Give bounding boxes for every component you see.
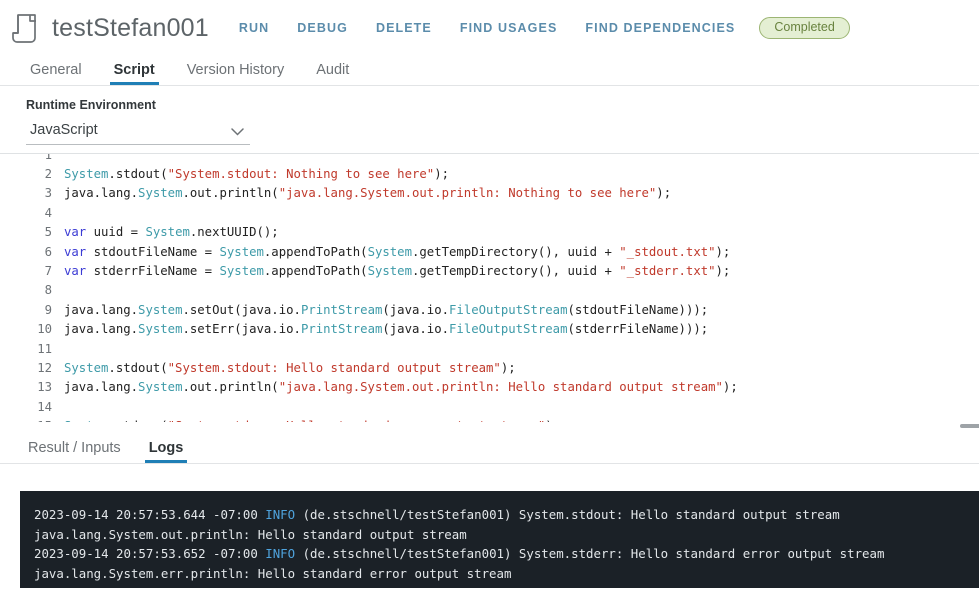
tab-general[interactable]: General	[14, 62, 98, 85]
log-line: java.lang.System.out.println: Hello stan…	[34, 526, 467, 542]
line-number: 1	[44, 153, 52, 162]
code-text: java.lang.System.out.println("java.lang.…	[64, 380, 738, 395]
code-line: 2 System.stdout("System.stdout: Nothing t…	[0, 164, 979, 183]
line-number: 10	[37, 322, 52, 337]
code-text: var stderrFileName = System.appendToPath…	[64, 264, 731, 279]
code-line: 12 System.stdout("System.stdout: Hello st…	[0, 358, 979, 377]
tab-script[interactable]: Script	[98, 62, 171, 85]
line-number: 9	[44, 302, 52, 317]
find-usages-button[interactable]: FIND USAGES	[460, 21, 558, 35]
code-line: 5 var uuid = System.nextUUID();	[0, 223, 979, 242]
runtime-environment-section: Runtime Environment JavaScript	[0, 86, 979, 145]
code-line: 9 java.lang.System.setOut(java.io.PrintSt…	[0, 300, 979, 319]
code-text: var uuid = System.nextUUID();	[64, 225, 279, 240]
code-text: java.lang.System.out.println("java.lang.…	[64, 186, 672, 201]
tab-audit[interactable]: Audit	[300, 62, 365, 85]
line-number: 3	[44, 186, 52, 201]
delete-button[interactable]: DELETE	[376, 21, 432, 35]
code-line: 8	[0, 281, 979, 300]
line-number: 6	[44, 244, 52, 259]
line-number: 5	[44, 225, 52, 240]
log-line: java.lang.System.err.println: Hello stan…	[34, 565, 512, 581]
runtime-environment-label: Runtime Environment	[26, 98, 156, 112]
code-line: 11	[0, 339, 979, 358]
code-text: System.stdout("System.stdout: Hello stan…	[64, 360, 516, 375]
chevron-down-icon	[231, 123, 244, 136]
tab-result-inputs[interactable]: Result / Inputs	[14, 440, 135, 463]
tab-logs[interactable]: Logs	[135, 440, 198, 463]
code-editor-lines: 1 2 System.stdout("System.stdout: Nothing …	[0, 153, 979, 430]
page-title: testStefan001	[52, 13, 209, 42]
code-line: 1	[0, 153, 979, 164]
line-number: 12	[37, 360, 52, 375]
code-line: 7 var stderrFileName = System.appendToPat…	[0, 261, 979, 280]
line-number: 8	[44, 283, 52, 298]
header-actions: RUN DEBUG DELETE FIND USAGES FIND DEPEND…	[239, 21, 735, 35]
line-number: 2	[44, 167, 52, 182]
run-button[interactable]: RUN	[239, 21, 269, 35]
runtime-environment-value: JavaScript	[30, 122, 98, 138]
code-text: java.lang.System.setErr(java.io.PrintStr…	[64, 322, 709, 337]
code-text: var stdoutFileName = System.appendToPath…	[64, 244, 731, 259]
line-number: 13	[37, 380, 52, 395]
main-tabbar: General Script Version History Audit	[0, 56, 979, 86]
scrollbar-thumb[interactable]	[960, 424, 979, 428]
script-editor-page: testStefan001 RUN DEBUG DELETE FIND USAG…	[0, 0, 979, 597]
code-line: 6 var stdoutFileName = System.appendToPat…	[0, 242, 979, 261]
log-line: 2023-09-14 20:57:53.644 -07:00 INFO (de.…	[34, 507, 840, 522]
line-number: 14	[37, 399, 52, 414]
runtime-environment-select[interactable]: JavaScript	[26, 121, 250, 145]
tab-version-history[interactable]: Version History	[171, 62, 301, 85]
line-number: 7	[44, 264, 52, 279]
code-line: 4	[0, 203, 979, 222]
code-line: 3 java.lang.System.out.println("java.lang…	[0, 184, 979, 203]
output-tabbar: Result / Inputs Logs	[0, 432, 979, 464]
script-document-icon	[10, 11, 40, 45]
page-header: testStefan001 RUN DEBUG DELETE FIND USAG…	[0, 0, 979, 56]
code-text: System.stdout("System.stdout: Nothing to…	[64, 167, 449, 182]
log-line: 2023-09-14 20:57:53.652 -07:00 INFO (de.…	[34, 546, 885, 562]
code-line: 10 java.lang.System.setErr(java.io.PrintS…	[0, 320, 979, 339]
code-line: 14	[0, 397, 979, 416]
debug-button[interactable]: DEBUG	[297, 21, 348, 35]
log-console[interactable]: 2023-09-14 20:57:53.644 -07:00 INFO (de.…	[20, 491, 979, 588]
line-number: 4	[44, 205, 52, 220]
code-line: 13 java.lang.System.out.println("java.lan…	[0, 378, 979, 397]
status-badge: Completed	[759, 16, 850, 40]
line-number: 11	[37, 341, 52, 356]
code-text: java.lang.System.setOut(java.io.PrintStr…	[64, 302, 709, 317]
find-dependencies-button[interactable]: FIND DEPENDENCIES	[585, 21, 735, 35]
code-editor[interactable]: 1 2 System.stdout("System.stdout: Nothing …	[0, 153, 979, 430]
editor-horizontal-scrollbar[interactable]	[0, 422, 979, 430]
